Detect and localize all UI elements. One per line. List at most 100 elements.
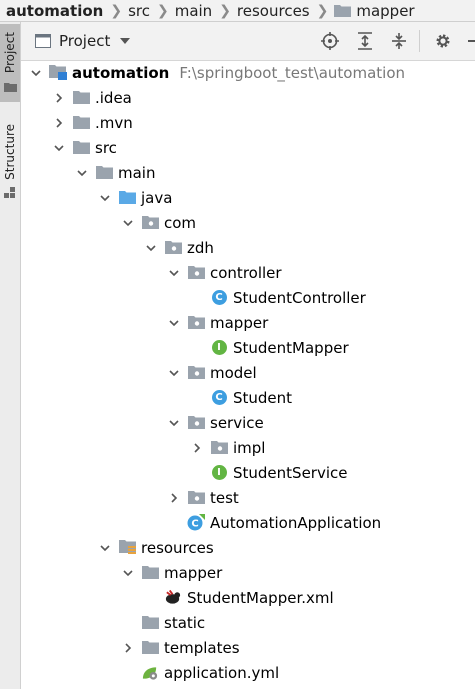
chevron-right-icon[interactable] <box>52 91 66 105</box>
chevron-right-icon: ❯ <box>110 2 123 19</box>
tree-item-label: .mvn <box>95 113 133 132</box>
tree-row[interactable]: controller <box>167 260 282 285</box>
package-icon <box>210 440 228 456</box>
chevron-down-icon[interactable] <box>98 541 112 555</box>
breadcrumb-label: mapper <box>356 1 415 20</box>
gear-icon[interactable] <box>434 32 452 50</box>
tree-item-label: StudentService <box>233 463 348 482</box>
folder-icon <box>141 565 159 581</box>
package-icon <box>187 365 205 381</box>
tree-item-label: mapper <box>164 563 223 582</box>
tree-row[interactable]: java <box>98 185 172 210</box>
tree-row[interactable]: .idea <box>52 85 132 110</box>
chevron-right-icon[interactable] <box>167 491 181 505</box>
tree-item-label: AutomationApplication <box>210 513 382 532</box>
svg-text:C: C <box>191 519 198 530</box>
tree-row[interactable]: application.yml <box>121 660 279 685</box>
tree-item-label: src <box>95 138 117 157</box>
breadcrumb-label: main <box>174 1 213 20</box>
tree-row[interactable]: static <box>121 610 205 635</box>
tree-item-label: static <box>164 613 206 632</box>
package-icon <box>164 240 182 256</box>
chevron-right-icon[interactable] <box>52 116 66 130</box>
tree-row[interactable]: service <box>167 410 264 435</box>
collapse-all-icon[interactable] <box>390 32 408 50</box>
tree-row[interactable]: model <box>167 360 257 385</box>
structure-side-tab-label: Structure <box>3 124 17 180</box>
module-folder-icon <box>49 65 67 81</box>
header-divider <box>419 30 420 52</box>
tree-row[interactable]: impl <box>190 435 265 460</box>
tree-row[interactable]: templates <box>121 635 240 660</box>
tree-row[interactable]: resources <box>98 535 214 560</box>
class-icon: C <box>210 390 228 406</box>
tree-row[interactable]: I StudentService <box>190 460 348 485</box>
resources-folder-icon <box>118 540 136 556</box>
locate-icon[interactable] <box>321 32 339 50</box>
chevron-down-icon[interactable] <box>52 141 66 155</box>
minimize-icon[interactable] <box>467 32 475 50</box>
spring-yml-icon <box>141 665 159 681</box>
chevron-right-icon[interactable] <box>190 441 204 455</box>
tree-row[interactable]: zdh <box>144 235 214 260</box>
project-side-tab-label: Project <box>3 32 17 74</box>
chevron-down-icon[interactable] <box>167 366 181 380</box>
chevron-down-icon[interactable] <box>167 416 181 430</box>
tree-row[interactable]: main <box>75 160 155 185</box>
tree-item-label: main <box>118 163 156 182</box>
source-folder-icon <box>118 190 136 206</box>
chevron-down-icon[interactable] <box>167 316 181 330</box>
tree-row[interactable]: StudentMapper.xml <box>144 585 334 610</box>
breadcrumb-item[interactable]: main ❯ <box>169 2 231 20</box>
tree-row[interactable]: I StudentMapper <box>190 335 349 360</box>
breadcrumb-item[interactable]: mapper <box>328 1 415 20</box>
chevron-right-icon: ❯ <box>219 2 231 19</box>
breadcrumb-label: resources <box>236 1 310 20</box>
project-side-tab[interactable]: Project <box>0 24 20 102</box>
breadcrumb-label: src <box>128 1 150 20</box>
expand-all-icon[interactable] <box>356 32 374 50</box>
folder-icon <box>72 140 90 156</box>
tree-item-label: StudentController <box>233 288 366 307</box>
package-icon <box>187 490 205 506</box>
tree-row[interactable]: .mvn <box>52 110 133 135</box>
chevron-right-icon[interactable] <box>121 641 135 655</box>
chevron-down-icon[interactable] <box>29 66 43 80</box>
tree-item-label: mapper <box>210 313 269 332</box>
chevron-down-icon[interactable] <box>75 166 89 180</box>
structure-side-tab[interactable]: Structure <box>0 118 20 208</box>
tree-row[interactable]: com <box>121 210 196 235</box>
tree-row[interactable]: src <box>52 135 117 160</box>
tree-item-label: .idea <box>95 88 132 107</box>
breadcrumb-item[interactable]: automation ❯ <box>0 2 122 20</box>
tree-row[interactable]: automation F:\springboot_test\automation <box>29 60 405 85</box>
chevron-down-icon[interactable] <box>121 566 135 580</box>
breadcrumb-item[interactable]: resources ❯ <box>231 2 328 20</box>
project-view-title[interactable]: Project <box>59 32 110 50</box>
chevron-down-icon[interactable] <box>144 241 158 255</box>
chevron-down-icon[interactable] <box>167 266 181 280</box>
tree-row[interactable]: C StudentController <box>190 285 366 310</box>
chevron-down-icon[interactable] <box>121 216 135 230</box>
project-toolwindow-header: Project <box>21 22 475 61</box>
breadcrumb-item[interactable]: src ❯ <box>122 2 169 20</box>
package-icon <box>187 265 205 281</box>
tree-row[interactable]: C AutomationApplication <box>167 510 381 535</box>
tree-row[interactable]: C Student <box>190 385 292 410</box>
chevron-right-icon: ❯ <box>156 2 169 19</box>
tree-row[interactable]: mapper <box>121 560 222 585</box>
breadcrumb-label: automation <box>6 1 104 20</box>
package-icon <box>187 415 205 431</box>
tree-row[interactable]: test <box>167 485 239 510</box>
tree-item-label: controller <box>210 263 282 282</box>
chevron-down-icon[interactable] <box>120 38 131 44</box>
mybatis-xml-icon <box>164 589 182 606</box>
chevron-down-icon[interactable] <box>98 191 112 205</box>
folder-icon <box>72 90 90 106</box>
tree-row[interactable]: mapper <box>167 310 268 335</box>
tree-item-label: java <box>141 188 173 207</box>
